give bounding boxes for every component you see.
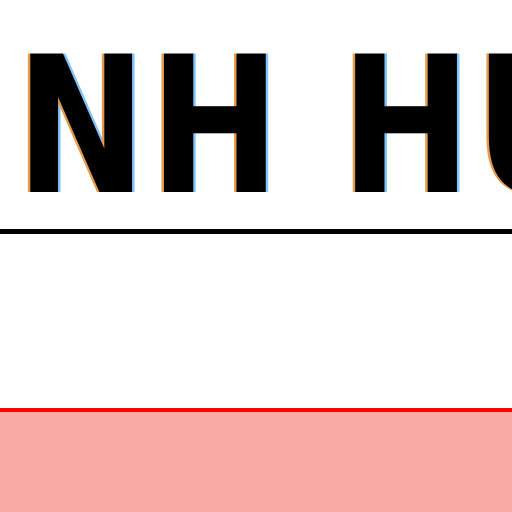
blank-content-area <box>0 234 512 408</box>
page: NH HU <box>0 0 512 512</box>
heading-crop: NH HU <box>0 28 512 228</box>
page-heading: NH HU <box>16 28 512 228</box>
alert-banner <box>0 408 512 512</box>
